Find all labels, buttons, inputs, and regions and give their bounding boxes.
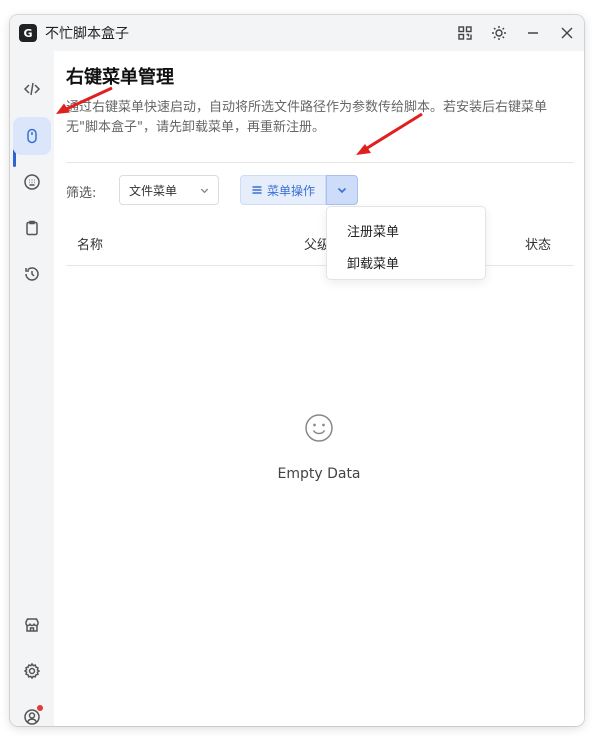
filter-label: 筛选:	[66, 186, 97, 201]
menu-ops-button[interactable]: 菜单操作	[240, 175, 326, 205]
app-logo: G	[19, 24, 37, 42]
history-icon	[25, 267, 39, 281]
sidebar-item-settings[interactable]	[13, 652, 51, 690]
sidebar	[10, 51, 54, 726]
main-panel: 右键菜单管理 通过右键菜单快速启动，自动将所选文件路径作为参数传给脚本。若安装后…	[54, 51, 584, 726]
app-window: G 不忙脚本盒子 右键菜单管理 通过右键菜单快速启动，自动将所选文件路径作为参数…	[10, 15, 584, 726]
store-icon	[25, 618, 39, 632]
sidebar-item-clipboard[interactable]	[13, 209, 51, 247]
empty-smile-icon	[304, 413, 334, 443]
sun-icon	[492, 26, 506, 40]
minimize-button[interactable]	[516, 15, 550, 51]
sidebar-item-scripts[interactable]	[13, 70, 51, 108]
keyboard-icon	[24, 174, 40, 190]
page-title: 右键菜单管理	[66, 67, 174, 88]
clipboard-icon	[26, 220, 38, 236]
theme-toggle-button[interactable]	[482, 15, 516, 51]
chevron-down-icon	[200, 188, 209, 194]
empty-data-text: Empty Data	[277, 466, 361, 482]
list-icon	[252, 186, 262, 194]
code-icon	[23, 82, 41, 96]
notification-badge	[37, 705, 43, 711]
sidebar-item-account[interactable]	[13, 698, 51, 726]
sidebar-item-store[interactable]	[13, 606, 51, 644]
register-menu-item[interactable]: 注册菜单	[347, 221, 399, 240]
sidebar-item-context-menu[interactable]	[13, 117, 51, 155]
minimize-icon	[528, 32, 538, 34]
filter-select[interactable]: 文件菜单	[119, 175, 219, 205]
window-title: 不忙脚本盒子	[45, 26, 129, 42]
chevron-down-icon	[337, 187, 347, 194]
table-header-divider	[66, 265, 574, 266]
column-header-status: 状态	[525, 238, 552, 253]
grid-button[interactable]	[448, 15, 482, 51]
menu-ops-dropdown: 注册菜单 卸载菜单	[326, 206, 486, 280]
settings-icon	[23, 662, 41, 680]
close-button[interactable]	[550, 15, 584, 51]
menu-ops-dropdown-toggle[interactable]	[326, 175, 358, 205]
menu-ops-label: 菜单操作	[266, 183, 315, 198]
sidebar-item-history[interactable]	[13, 255, 51, 293]
title-bar: G 不忙脚本盒子	[10, 15, 584, 51]
filter-select-value: 文件菜单	[129, 183, 178, 198]
sidebar-item-hotkeys[interactable]	[13, 163, 51, 201]
grid-icon	[458, 26, 472, 40]
column-header-name: 名称	[77, 238, 104, 253]
mouse-icon	[27, 128, 37, 144]
uninstall-menu-item[interactable]: 卸载菜单	[347, 253, 399, 272]
title-actions	[448, 15, 584, 51]
page-description: 通过右键菜单快速启动，自动将所选文件路径作为参数传给脚本。若安装后右键菜单无"脚…	[66, 100, 548, 135]
close-icon	[561, 27, 573, 39]
divider	[66, 162, 574, 163]
